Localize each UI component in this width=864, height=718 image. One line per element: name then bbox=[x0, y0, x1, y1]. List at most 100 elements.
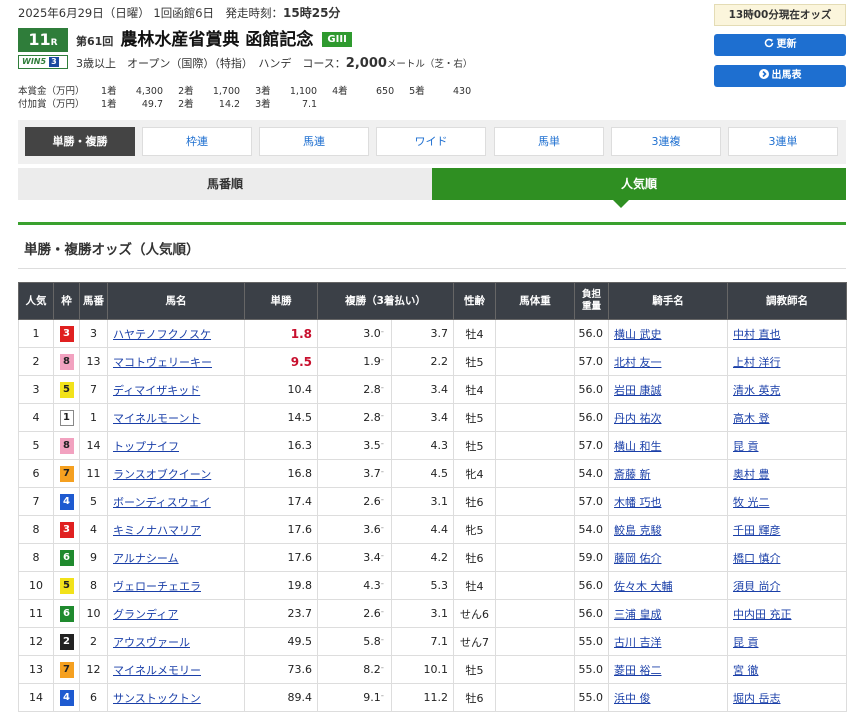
place-odds-min-cell: -2.8 bbox=[317, 403, 392, 432]
col-sex-age[interactable]: 性齢 bbox=[453, 282, 496, 320]
jockey-cell: 斎藤 新 bbox=[608, 459, 728, 488]
body-weight bbox=[495, 543, 575, 572]
trainer-link[interactable]: 中内田 充正 bbox=[733, 608, 792, 621]
horse-number: 12 bbox=[79, 655, 108, 684]
popularity-rank: 5 bbox=[18, 431, 54, 460]
col-body-weight[interactable]: 馬体重 bbox=[495, 282, 575, 320]
horse-name-link[interactable]: トップナイフ bbox=[113, 440, 179, 453]
place-odds-min: 2.6 bbox=[363, 607, 381, 620]
horse-number: 14 bbox=[79, 431, 108, 460]
tab-wide[interactable]: ワイド bbox=[376, 127, 486, 156]
trainer-link[interactable]: 牧 光二 bbox=[733, 496, 770, 509]
jockey-link[interactable]: 横山 武史 bbox=[614, 328, 662, 341]
tab-trio[interactable]: 3連複 bbox=[611, 127, 721, 156]
horse-name-link[interactable]: アウスヴァール bbox=[113, 636, 190, 649]
jockey-link[interactable]: 北村 友一 bbox=[614, 356, 662, 369]
col-load[interactable]: 負担重量 bbox=[574, 282, 609, 320]
prize-money: 本賞金（万円） 1着 4,300 2着 1,700 3着 1,100 4着 650 5着… bbox=[18, 85, 483, 111]
waku-cell: 4 bbox=[53, 487, 80, 516]
trainer-link[interactable]: 千田 輝彦 bbox=[733, 524, 781, 537]
trainer-cell: 奥村 豊 bbox=[727, 459, 847, 488]
horse-number: 8 bbox=[79, 571, 108, 600]
table-row: 12 2 2 アウスヴァール 49.5-5.8 7.1 せん7 55.0 古川 吉洋昆 貢 bbox=[18, 627, 847, 656]
sex-age: 牡4 bbox=[453, 375, 496, 404]
trainer-cell: 中村 直也 bbox=[727, 319, 847, 348]
race-conditions-text: 3歳以上 オープン（国際）（特指） ハンデ コース： bbox=[76, 57, 346, 70]
col-horse-name[interactable]: 馬名 bbox=[107, 282, 245, 320]
jockey-link[interactable]: 三浦 皇成 bbox=[614, 608, 662, 621]
sex-age: 牡4 bbox=[453, 571, 496, 600]
sort-by-popularity[interactable]: 人気順 bbox=[432, 168, 846, 200]
trainer-link[interactable]: 須貝 尚介 bbox=[733, 580, 781, 593]
jockey-link[interactable]: 斎藤 新 bbox=[614, 468, 651, 481]
col-trainer[interactable]: 調教師名 bbox=[727, 282, 847, 320]
horse-name-link[interactable]: サンストックトン bbox=[113, 692, 201, 705]
range-dash: - bbox=[380, 383, 384, 393]
horse-name-link[interactable]: グランディア bbox=[113, 608, 178, 621]
jockey-link[interactable]: 横山 和生 bbox=[614, 440, 662, 453]
col-place[interactable]: 複勝（3着払い） bbox=[317, 282, 454, 320]
col-win[interactable]: 単勝 bbox=[244, 282, 318, 320]
tab-quinella[interactable]: 馬連 bbox=[259, 127, 369, 156]
jockey-link[interactable]: 菱田 裕二 bbox=[614, 664, 662, 677]
table-row: 2 8 13 マコトヴェリーキー 9.5-1.9 2.2 牡5 57.0 北村 友一 上村 洋行 bbox=[18, 347, 847, 376]
trainer-link[interactable]: 昆 貢 bbox=[733, 636, 759, 649]
table-row: 5 8 14 トップナイフ 16.3-3.5 4.3 牡5 57.0 横山 和生昆 貢 bbox=[18, 431, 847, 460]
jockey-link[interactable]: 浜中 俊 bbox=[614, 692, 651, 705]
jockey-link[interactable]: 佐々木 大輔 bbox=[614, 580, 673, 593]
horse-name-link[interactable]: マイネルモーント bbox=[113, 412, 200, 425]
table-row: 7 4 5 ボーンディスウェイ 17.4-2.6 3.1 牡6 57.0 木幡 巧也牧 光二 bbox=[18, 487, 847, 516]
col-waku[interactable]: 枠 bbox=[53, 282, 80, 320]
jockey-link[interactable]: 丹内 祐次 bbox=[614, 412, 662, 425]
col-horse-no[interactable]: 馬番 bbox=[79, 282, 108, 320]
prize-value: 1,100 bbox=[289, 86, 318, 97]
trainer-link[interactable]: 昆 貢 bbox=[733, 440, 759, 453]
jockey-link[interactable]: 藤岡 佑介 bbox=[614, 552, 662, 565]
col-rank[interactable]: 人気 bbox=[18, 282, 54, 320]
trainer-link[interactable]: 中村 直也 bbox=[733, 328, 781, 341]
tab-trifecta[interactable]: 3連単 bbox=[728, 127, 838, 156]
horse-name-link[interactable]: アルナシーム bbox=[113, 552, 179, 565]
popularity-rank: 12 bbox=[18, 627, 54, 656]
col-jockey[interactable]: 騎手名 bbox=[608, 282, 728, 320]
table-row: 13 7 12 マイネルメモリー 73.6-8.2 10.1 牡5 55.0 菱田 裕二宮 徹 bbox=[18, 655, 847, 684]
sort-by-number[interactable]: 馬番順 bbox=[18, 168, 432, 200]
popularity-rank: 1 bbox=[18, 319, 54, 348]
trainer-link[interactable]: 清水 英克 bbox=[733, 384, 781, 397]
refresh-button[interactable]: 更新 bbox=[714, 34, 846, 56]
place-odds-min-cell: -9.1 bbox=[317, 683, 392, 712]
horse-name-link[interactable]: ランスオブクイーン bbox=[113, 468, 211, 481]
place-odds-max: 11.2 bbox=[391, 683, 454, 712]
place-odds-min: 2.8 bbox=[363, 383, 381, 396]
trainer-link[interactable]: 上村 洋行 bbox=[733, 356, 781, 369]
bet-type-tabs: 単勝・複勝 枠連 馬連 ワイド 馬単 3連複 3連単 bbox=[18, 120, 846, 164]
race-header: 2025年6月29日（日曜） 1回函館6日 発走時刻：15時25分 11R WI… bbox=[18, 4, 698, 71]
trainer-link[interactable]: 宮 徹 bbox=[733, 664, 759, 677]
trainer-cell: 昆 貢 bbox=[727, 431, 847, 460]
jockey-link[interactable]: 木幡 巧也 bbox=[614, 496, 662, 509]
tab-win-place[interactable]: 単勝・複勝 bbox=[25, 127, 135, 156]
sex-age: 牡4 bbox=[453, 319, 496, 348]
horse-name-link[interactable]: キミノナハマリア bbox=[113, 524, 201, 537]
jockey-link[interactable]: 岩田 康誠 bbox=[614, 384, 662, 397]
horse-name-cell: マイネルモーント bbox=[107, 403, 245, 432]
trainer-cell: 清水 英克 bbox=[727, 375, 847, 404]
entry-table-button[interactable]: 出馬表 bbox=[714, 65, 846, 87]
horse-name-link[interactable]: マコトヴェリーキー bbox=[113, 356, 212, 369]
horse-name-link[interactable]: ディマイザキッド bbox=[113, 384, 200, 397]
jockey-link[interactable]: 古川 吉洋 bbox=[614, 636, 662, 649]
horse-name-link[interactable]: ハヤテノフクノスケ bbox=[113, 328, 211, 341]
horse-name-link[interactable]: マイネルメモリー bbox=[113, 664, 201, 677]
body-weight bbox=[495, 403, 575, 432]
body-weight bbox=[495, 599, 575, 628]
horse-name-link[interactable]: ヴェローチェエラ bbox=[113, 580, 201, 593]
trainer-link[interactable]: 高木 登 bbox=[733, 412, 770, 425]
horse-number: 13 bbox=[79, 347, 108, 376]
tab-exacta[interactable]: 馬単 bbox=[494, 127, 604, 156]
horse-name-link[interactable]: ボーンディスウェイ bbox=[113, 496, 211, 509]
trainer-link[interactable]: 堀内 岳志 bbox=[733, 692, 781, 705]
trainer-link[interactable]: 橋口 慎介 bbox=[733, 552, 781, 565]
trainer-link[interactable]: 奥村 豊 bbox=[733, 468, 770, 481]
tab-bracket-quinella[interactable]: 枠連 bbox=[142, 127, 252, 156]
jockey-link[interactable]: 鮫島 克駿 bbox=[614, 524, 662, 537]
